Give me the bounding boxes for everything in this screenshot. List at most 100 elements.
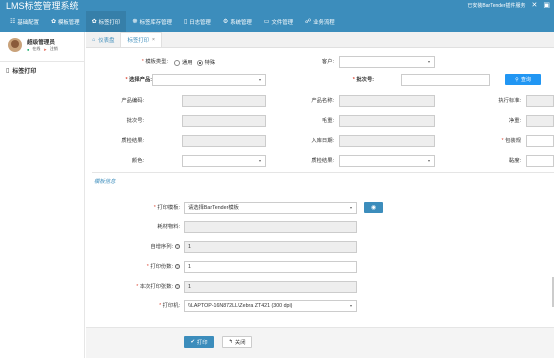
user-status: ● 在线 ➤ 注销 (27, 46, 58, 52)
search-icon: ⚲ (515, 76, 519, 83)
print-template-select[interactable]: 请选择BarTender模板 ▾ (184, 202, 357, 214)
product-select[interactable]: ▾ (152, 74, 266, 86)
package-spec-input[interactable] (526, 135, 554, 147)
main-nav: ☷ 基础配置 ✿ 模板管理 ✿ 标签打印 ☸ 标签库存管理 ▯ 日志管理 ⚙ 系统管理 ▭ 文… (0, 11, 554, 32)
nav-system-manage[interactable]: ⚙ 系统管理 (217, 11, 258, 32)
viscosity-input[interactable] (526, 155, 554, 167)
product-name-field (339, 95, 435, 107)
net-weight-field (526, 115, 554, 127)
tab-bar: ⌂ 仪表盘 标签打印 × (86, 32, 554, 48)
close-button[interactable]: ↰ 关闭 (222, 336, 252, 348)
main-content: ⌂ 仪表盘 标签打印 × * 模板类型: 通用 特殊 客户: ▾ * 选择产品:… (86, 32, 554, 358)
logout-link[interactable]: 注销 (50, 46, 58, 52)
current-copies-field: 1 (184, 281, 357, 293)
print-count-label: 打印份数: (150, 264, 173, 270)
reply-icon: ↰ (228, 339, 233, 345)
check-icon: ✔ (190, 339, 195, 345)
nav-file-manage[interactable]: ▭ 文件管理 (258, 11, 299, 32)
help-icon[interactable]: ? (175, 284, 180, 290)
avatar (8, 38, 22, 52)
exec-standard-field (526, 95, 554, 107)
query-button[interactable]: ⚲ 查询 (505, 74, 541, 85)
printer-label: 打印机: (162, 303, 180, 309)
fullscreen-icon[interactable]: ✕ (532, 1, 538, 9)
preview-button[interactable]: ◉ (364, 202, 383, 213)
inspection-result2-label: 质检结果: (311, 158, 334, 164)
chevron-down-icon: ▾ (349, 205, 352, 210)
nav-label-print[interactable]: ✿ 标签打印 (85, 11, 127, 32)
file-icon: ▯ (6, 67, 10, 74)
tab-label-print[interactable]: 标签打印 × (120, 32, 162, 47)
inspection-result2-select[interactable]: ▾ (339, 155, 435, 167)
user-panel: 超级管理员 ● 在线 ➤ 注销 (0, 32, 84, 62)
database-icon: ☸ (132, 19, 138, 25)
nav-log-manage[interactable]: ▯ 日志管理 (178, 11, 217, 32)
online-label: 在线 (32, 46, 41, 51)
batch2-label: 批次号: (126, 118, 144, 124)
radio-special[interactable]: 特殊 (196, 58, 215, 66)
logout-icon[interactable]: ➤ (43, 47, 46, 52)
install-status-link[interactable]: 已安装BarTender插件服务 (467, 2, 525, 9)
printer-select[interactable]: \\LAPTOP-16N872LL\Zebra ZT421 (300 dpi) ▾ (184, 300, 357, 312)
user-name: 超级管理员 (27, 40, 55, 46)
template-section-title: 模板信息 (94, 179, 116, 185)
exec-standard-label: 执行标准: (498, 98, 521, 104)
chevron-down-icon: ▾ (427, 59, 430, 64)
warehouse-date-field (339, 135, 435, 147)
online-dot-icon: ● (27, 46, 30, 52)
consumable-label: 耗材物料: (157, 224, 180, 230)
inspection-result-field (182, 135, 266, 147)
product-name-label: 产品名称: (311, 98, 334, 104)
flower-icon: ✿ (50, 19, 56, 25)
user-menu-icon[interactable]: ▣ (543, 1, 550, 9)
close-icon[interactable]: × (152, 37, 155, 43)
print-count-input[interactable]: 1 (184, 261, 357, 273)
nav-business-flow[interactable]: ☍ 业务流程 (299, 11, 341, 32)
product-code-field (182, 95, 266, 107)
section-divider (92, 172, 554, 173)
inspection-result-label: 质检结果: (121, 138, 144, 144)
select-product-label: 选择产品: (129, 77, 152, 83)
flower-icon: ✿ (91, 19, 97, 25)
list-icon: ☷ (10, 19, 16, 25)
print-template-label: 打印模板: (157, 205, 180, 211)
template-type-label: 模板类型: (145, 59, 168, 65)
nav-template-manage[interactable]: ✿ 模板管理 (45, 11, 86, 32)
batch-input[interactable] (401, 74, 490, 86)
chevron-down-icon: ▾ (258, 77, 261, 82)
tab-dashboard[interactable]: ⌂ 仪表盘 (86, 32, 120, 47)
color-select[interactable]: ▾ (182, 155, 266, 167)
customer-label: 客户: (321, 59, 334, 65)
nav-label-stock[interactable]: ☸ 标签库存管理 (126, 11, 178, 32)
chevron-down-icon: ▾ (349, 303, 352, 308)
print-button[interactable]: ✔ 打印 (184, 336, 214, 348)
net-weight-label: 净重: (508, 118, 521, 124)
nav-basic-config[interactable]: ☷ 基础配置 (4, 11, 45, 32)
customer-select[interactable]: ▾ (339, 56, 435, 68)
auto-serial-label: 自增序列: (150, 244, 173, 250)
sidebar-item-label-print[interactable]: ▯ 标签打印 (0, 64, 84, 76)
gross-weight-label: 毛重: (321, 118, 334, 124)
viscosity-label: 黏度: (508, 158, 521, 164)
help-icon[interactable]: ? (175, 264, 180, 270)
batch-label: 批次号: (356, 77, 374, 83)
gear-icon: ⚙ (222, 19, 229, 25)
eye-icon: ◉ (370, 205, 377, 211)
folder-icon: ▭ (263, 19, 270, 25)
radio-general[interactable]: 通用 (174, 58, 193, 66)
flow-icon: ☍ (305, 19, 312, 25)
footer-bar: ✔ 打印 ↰ 关闭 (86, 327, 554, 358)
chevron-down-icon: ▾ (258, 158, 261, 163)
consumable-field (184, 221, 357, 233)
chevron-down-icon: ▾ (427, 158, 430, 163)
brand-bar: LMS标签管理系统 已安装BarTender插件服务 ✕ ▣ (0, 0, 554, 11)
warehouse-date-label: 入库日期: (311, 138, 334, 144)
home-icon: ⌂ (92, 36, 96, 43)
current-copies-label: 本次打印张数: (139, 284, 173, 290)
help-icon[interactable]: ? (175, 244, 180, 250)
gross-weight-field (339, 115, 435, 127)
sidebar-item-label: 标签打印 (12, 68, 37, 75)
sidebar: 超级管理员 ● 在线 ➤ 注销 ▯ 标签打印 (0, 32, 85, 358)
package-spec-label: 包装规 (505, 138, 521, 144)
auto-serial-field: 1 (184, 241, 357, 253)
